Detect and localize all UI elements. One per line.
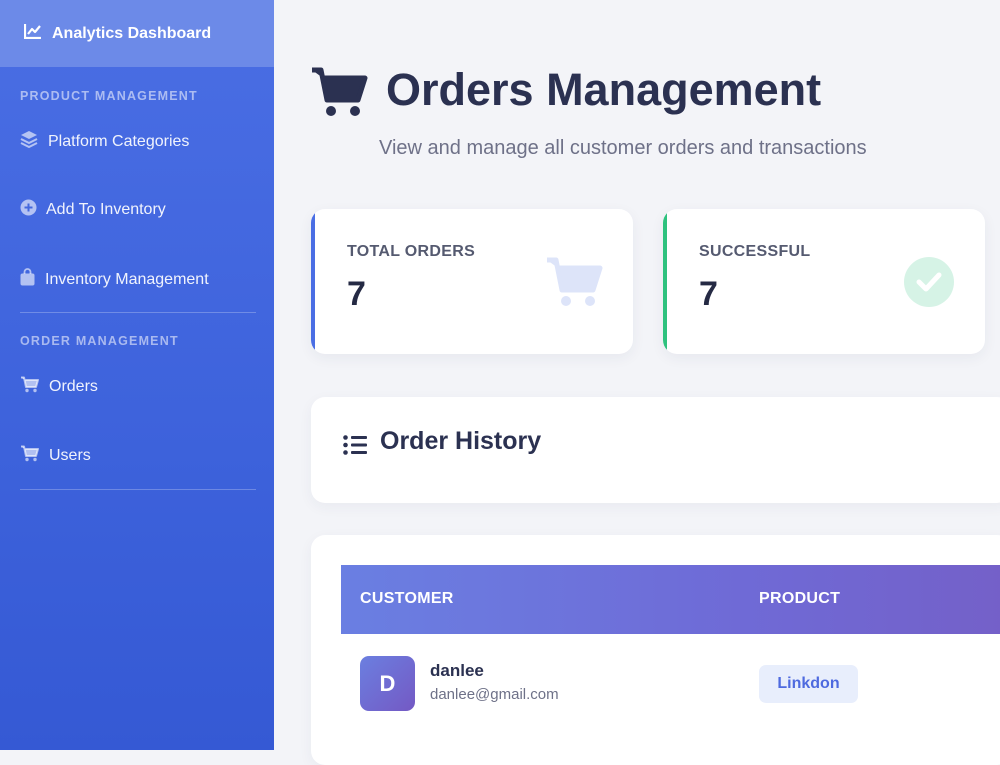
sidebar-item-label: Analytics Dashboard: [52, 24, 212, 42]
plus-circle-icon: [20, 199, 37, 221]
cart-icon: [545, 256, 603, 313]
chart-line-icon: [23, 23, 42, 44]
stat-card-successful: SUCCESSFUL 7: [663, 209, 985, 354]
sidebar-item-platform-categories[interactable]: Platform Categories: [20, 130, 189, 153]
sidebar: Analytics Dashboard PRODUCT MANAGEMENT P…: [0, 0, 274, 750]
sidebar-item-label: Inventory Management: [45, 270, 209, 288]
sidebar-divider: [20, 489, 256, 490]
list-icon: [343, 435, 367, 460]
sidebar-item-users[interactable]: Users: [20, 445, 91, 467]
sidebar-item-label: Users: [49, 447, 91, 464]
sidebar-item-label: Orders: [49, 378, 98, 395]
column-header-product[interactable]: PRODUCT: [759, 590, 840, 608]
order-history-header: Order History: [311, 397, 1000, 503]
order-history-title: Order History: [380, 427, 542, 455]
stat-label: TOTAL ORDERS: [347, 243, 476, 260]
sidebar-item-analytics-dashboard[interactable]: Analytics Dashboard: [0, 0, 274, 67]
main-content: Orders Management View and manage all cu…: [274, 0, 1000, 765]
layers-icon: [20, 130, 38, 153]
section-title-product-management: PRODUCT MANAGEMENT: [20, 89, 198, 103]
sidebar-item-add-to-inventory[interactable]: Add To Inventory: [20, 199, 166, 221]
table-header: CUSTOMER PRODUCT: [341, 565, 1000, 634]
stat-label: SUCCESSFUL: [699, 243, 811, 260]
page-subtitle: View and manage all customer orders and …: [379, 137, 867, 159]
sidebar-item-orders[interactable]: Orders: [20, 376, 98, 398]
avatar: D: [360, 656, 415, 711]
section-title-order-management: ORDER MANAGEMENT: [20, 334, 179, 348]
customer-name: danlee: [430, 661, 484, 680]
sidebar-divider: [20, 312, 256, 313]
stat-value: 7: [347, 275, 366, 313]
stat-accent: [311, 209, 315, 354]
sidebar-item-inventory-management[interactable]: Inventory Management: [20, 268, 209, 291]
cart-icon: [20, 445, 39, 467]
product-badge[interactable]: Linkdon: [759, 665, 858, 703]
sidebar-item-label: Platform Categories: [48, 132, 190, 150]
column-header-customer[interactable]: CUSTOMER: [360, 590, 454, 608]
cart-icon: [20, 376, 39, 398]
customer-email: danlee@gmail.com: [430, 686, 559, 703]
page-title: Orders Management: [386, 64, 822, 115]
stat-accent: [663, 209, 667, 354]
orders-table: CUSTOMER PRODUCT D danlee danlee@gmail.c…: [311, 535, 1000, 765]
stat-card-total-orders: TOTAL ORDERS 7: [311, 209, 633, 354]
shopping-bag-icon: [20, 268, 35, 291]
sidebar-item-label: Add To Inventory: [46, 201, 166, 218]
stat-value: 7: [699, 275, 718, 313]
cart-icon: [310, 66, 368, 123]
check-circle-icon: [904, 257, 954, 312]
